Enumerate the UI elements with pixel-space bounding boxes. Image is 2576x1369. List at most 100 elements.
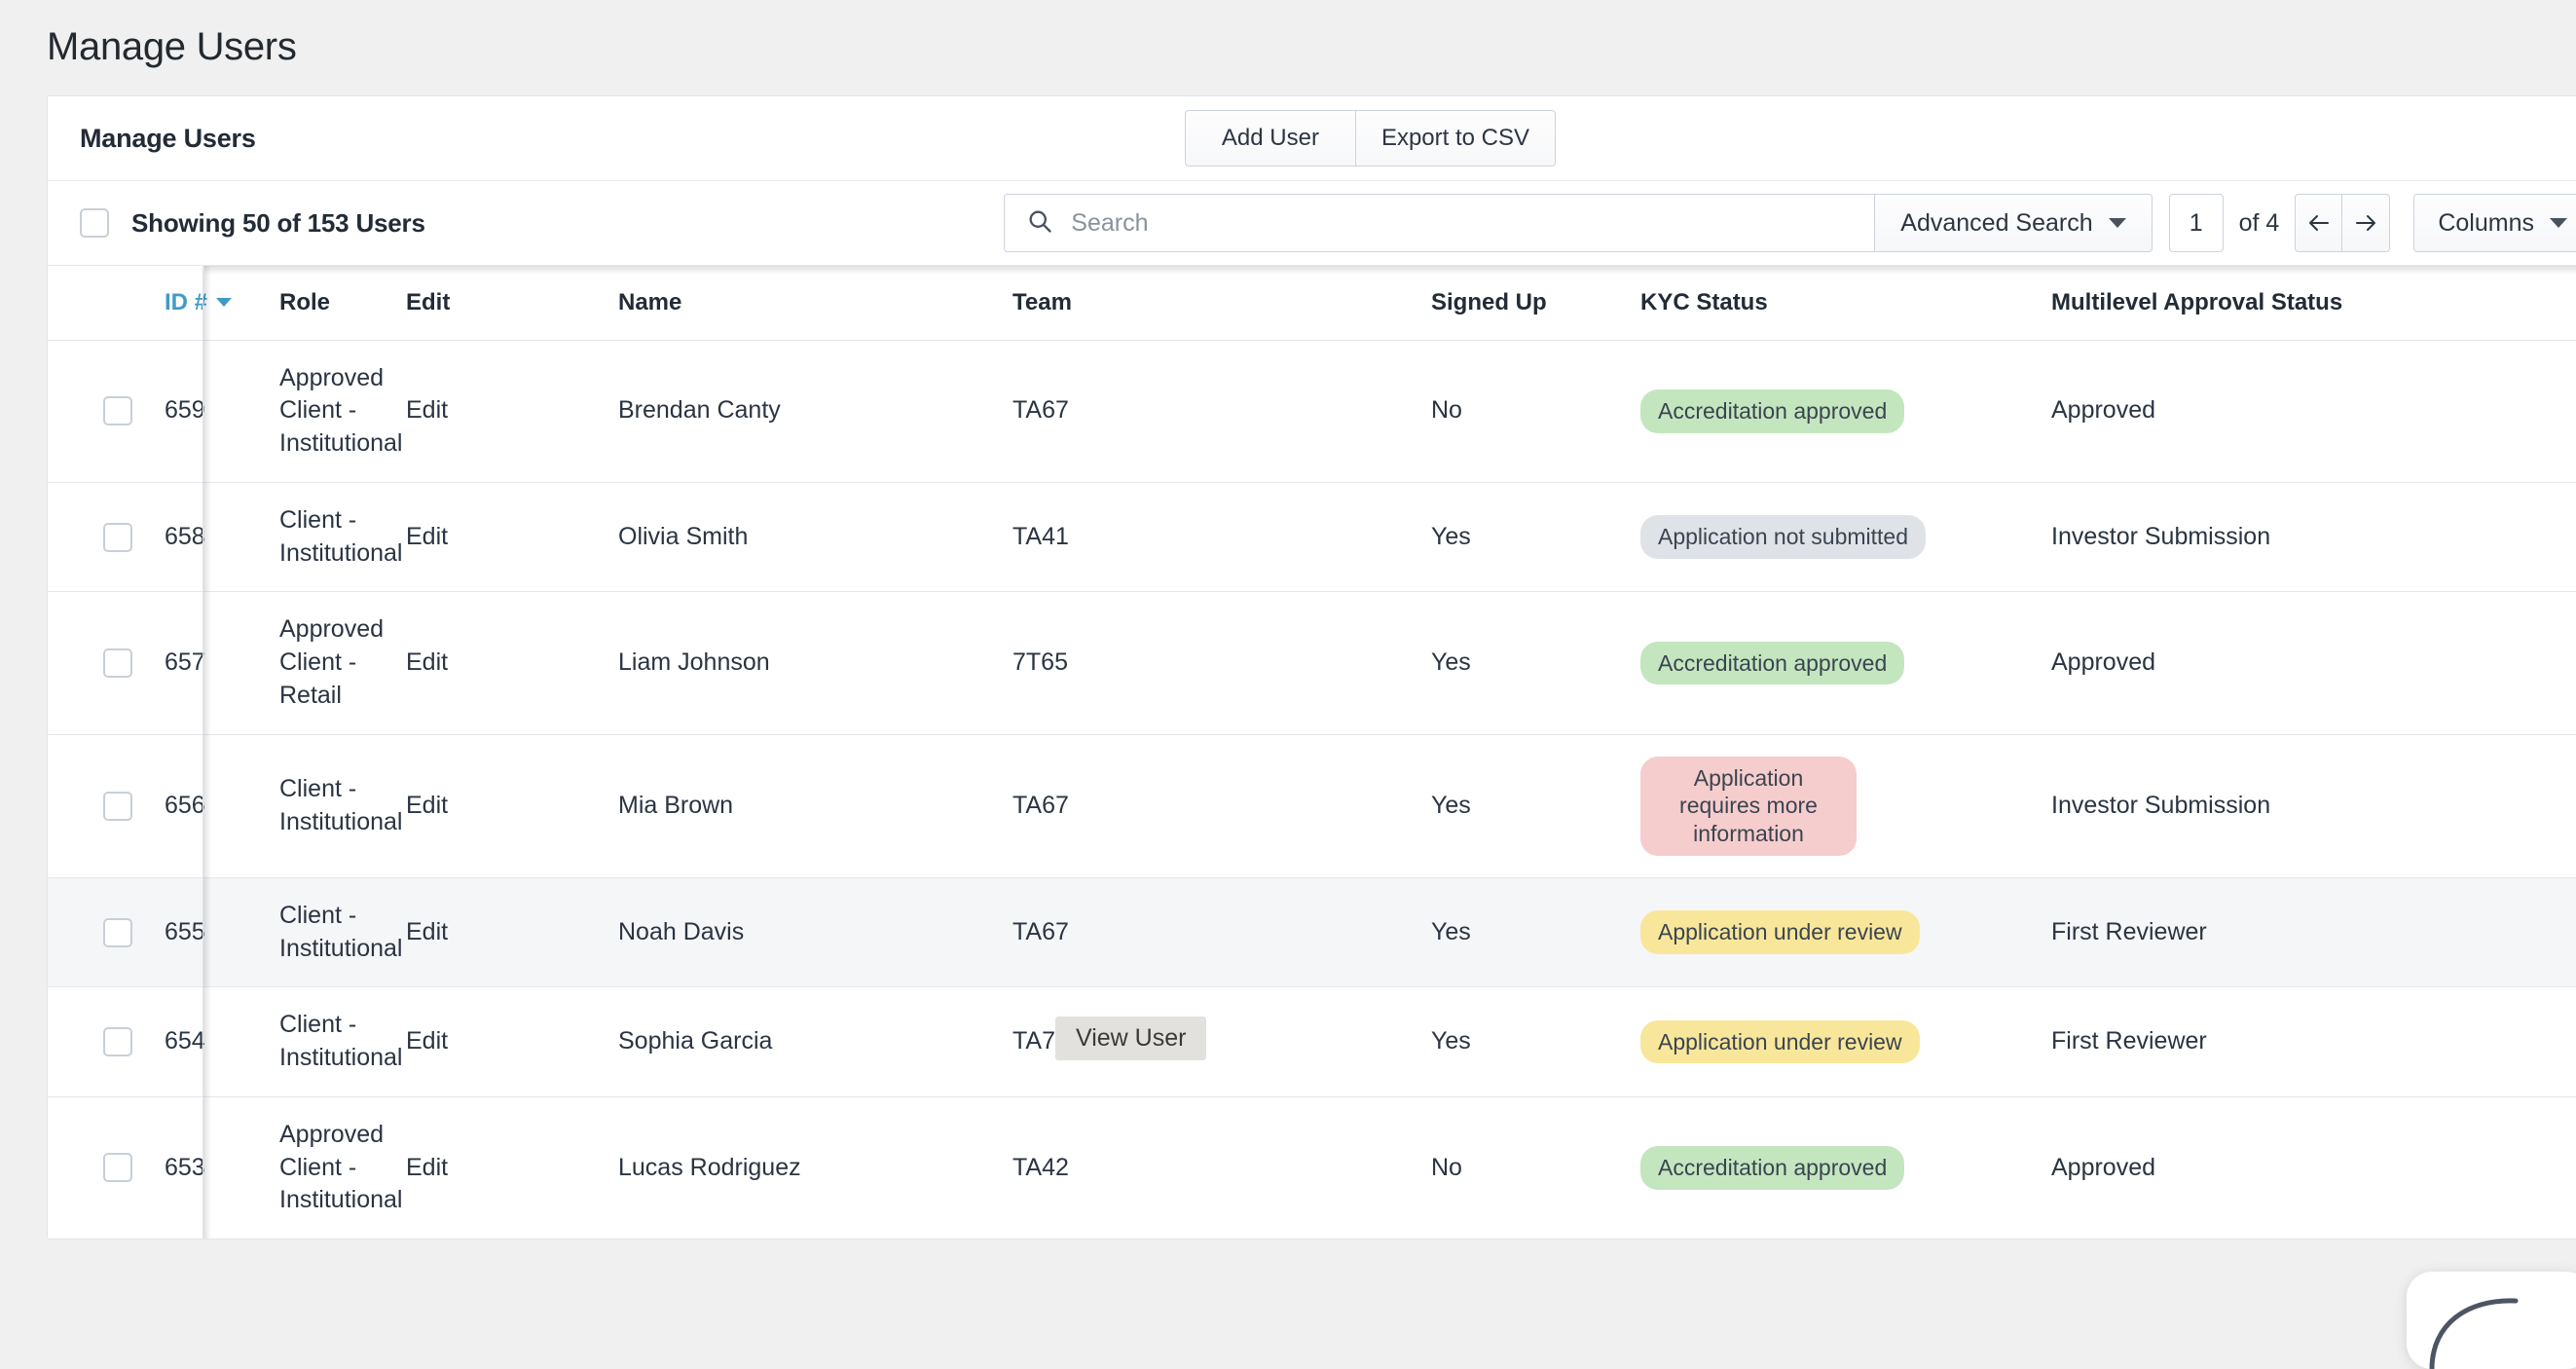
table-row[interactable]: 659Approved Client - InstitutionalEditBr… — [48, 340, 2576, 482]
manage-users-card: Manage Users Add User Export to CSV Show… — [47, 95, 2576, 1240]
row-select-checkbox-cell — [48, 987, 165, 1097]
export-to-csv-button[interactable]: Export to CSV — [1356, 110, 1556, 166]
cell-kyc-status: Application requires more information — [1640, 734, 2051, 877]
cell-role: Approved Client - Institutional — [279, 1096, 406, 1239]
next-page-button[interactable] — [2342, 194, 2390, 252]
cell-role: Client - Institutional — [279, 482, 406, 592]
row-select-checkbox-cell — [48, 1096, 165, 1239]
table-row[interactable]: 656Client - InstitutionalEditMia BrownTA… — [48, 734, 2576, 877]
cell-multilevel-approval-status: First Reviewer — [2051, 987, 2576, 1097]
table-row[interactable]: 653Approved Client - InstitutionalEditLu… — [48, 1096, 2576, 1239]
showing-count-label: Showing 50 of 153 Users — [131, 208, 425, 239]
cell-id: 659 — [165, 340, 279, 482]
edit-link[interactable]: Edit — [406, 340, 618, 482]
edit-link[interactable]: Edit — [406, 592, 618, 734]
cell-name: Liam Johnson — [618, 592, 1012, 734]
cell-role: Client - Institutional — [279, 987, 406, 1097]
cell-multilevel-approval-status: Approved — [2051, 340, 2576, 482]
row-select-checkbox-cell — [48, 482, 165, 592]
kyc-status-badge: Application under review — [1640, 910, 1920, 954]
users-table-wrapper: ID # Role Edit Name Team Signed Up KYC S… — [48, 266, 2576, 1239]
column-header-edit[interactable]: Edit — [406, 266, 618, 340]
add-user-button[interactable]: Add User — [1185, 110, 1356, 166]
previous-page-button[interactable] — [2295, 194, 2342, 252]
table-row[interactable]: 655Client - InstitutionalEditNoah DavisT… — [48, 877, 2576, 987]
edit-link[interactable]: Edit — [406, 734, 618, 877]
edit-link[interactable]: Edit — [406, 877, 618, 987]
kyc-status-badge: Accreditation approved — [1640, 389, 1904, 433]
search-input[interactable]: Search — [1071, 209, 1148, 238]
edit-link[interactable]: Edit — [406, 1096, 618, 1239]
row-select-checkbox[interactable] — [103, 396, 132, 426]
cell-team: TA67 — [1012, 734, 1431, 877]
row-select-checkbox[interactable] — [103, 792, 132, 821]
search-input-wrapper[interactable]: Search — [1004, 194, 1875, 252]
edit-link[interactable]: Edit — [406, 987, 618, 1097]
columns-dropdown[interactable]: Columns — [2413, 194, 2576, 252]
column-header-id[interactable]: ID # — [165, 266, 279, 340]
cell-signed-up: Yes — [1431, 877, 1640, 987]
table-toolbar: Showing 50 of 153 Users Search Advanced … — [48, 181, 2576, 266]
card-title: Manage Users — [80, 124, 256, 154]
cell-kyc-status: Accreditation approved — [1640, 1096, 2051, 1239]
column-header-multilevel-approval-status[interactable]: Multilevel Approval Status — [2051, 266, 2576, 340]
table-row[interactable]: 654Client - InstitutionalEditSophia Garc… — [48, 987, 2576, 1097]
row-select-checkbox[interactable] — [103, 648, 132, 678]
help-chat-widget[interactable] — [2407, 1272, 2576, 1369]
card-header: Manage Users Add User Export to CSV — [48, 96, 2576, 181]
cell-multilevel-approval-status: Approved — [2051, 592, 2576, 734]
cell-multilevel-approval-status: Investor Submission — [2051, 734, 2576, 877]
table-row[interactable]: 657Approved Client - RetailEditLiam John… — [48, 592, 2576, 734]
cell-name: Olivia Smith — [618, 482, 1012, 592]
cell-kyc-status: Application not submitted — [1640, 482, 2051, 592]
row-select-checkbox-cell — [48, 734, 165, 877]
page-total-label: of 4 — [2239, 209, 2280, 238]
chat-bubble-icon — [2428, 1295, 2564, 1369]
cell-id: 656 — [165, 734, 279, 877]
column-header-kyc-status[interactable]: KYC Status — [1640, 266, 2051, 340]
pagination-nav — [2295, 194, 2390, 252]
cell-name: Brendan Canty — [618, 340, 1012, 482]
edit-link[interactable]: Edit — [406, 482, 618, 592]
select-all-checkbox[interactable] — [80, 208, 109, 238]
cell-team: TA42 — [1012, 1096, 1431, 1239]
cell-role: Client - Institutional — [279, 734, 406, 877]
row-select-checkbox-cell — [48, 877, 165, 987]
cell-role: Approved Client - Institutional — [279, 340, 406, 482]
sort-descending-icon — [216, 298, 232, 307]
page-number-input[interactable]: 1 — [2169, 194, 2224, 252]
view-user-tooltip: View User — [1055, 1017, 1206, 1060]
advanced-search-label: Advanced Search — [1900, 209, 2092, 238]
search-icon — [1026, 207, 1053, 240]
column-header-name[interactable]: Name — [618, 266, 1012, 340]
cell-multilevel-approval-status: Investor Submission — [2051, 482, 2576, 592]
cell-name: Noah Davis — [618, 877, 1012, 987]
advanced-search-dropdown[interactable]: Advanced Search — [1875, 194, 2152, 252]
cell-signed-up: Yes — [1431, 592, 1640, 734]
cell-signed-up: Yes — [1431, 987, 1640, 1097]
table-row[interactable]: 658Client - InstitutionalEditOlivia Smit… — [48, 482, 2576, 592]
cell-signed-up: Yes — [1431, 734, 1640, 877]
column-header-team[interactable]: Team — [1012, 266, 1431, 340]
column-header-role[interactable]: Role — [279, 266, 406, 340]
row-select-checkbox[interactable] — [103, 918, 132, 947]
header-actions: Add User Export to CSV — [1185, 110, 1556, 166]
cell-team: 7T65 — [1012, 592, 1431, 734]
column-header-signed-up[interactable]: Signed Up — [1431, 266, 1640, 340]
row-select-checkbox[interactable] — [103, 1027, 132, 1056]
cell-kyc-status: Accreditation approved — [1640, 592, 2051, 734]
table-header: ID # Role Edit Name Team Signed Up KYC S… — [48, 266, 2576, 340]
users-table: ID # Role Edit Name Team Signed Up KYC S… — [48, 266, 2576, 1239]
kyc-status-badge: Application under review — [1640, 1020, 1920, 1064]
row-select-checkbox[interactable] — [103, 523, 132, 552]
cell-id: 658 — [165, 482, 279, 592]
cell-kyc-status: Application under review — [1640, 877, 2051, 987]
column-header-id-label: ID # — [165, 289, 207, 316]
table-header-row: ID # Role Edit Name Team Signed Up KYC S… — [48, 266, 2576, 340]
cell-role: Client - Institutional — [279, 877, 406, 987]
row-select-checkbox[interactable] — [103, 1153, 132, 1182]
page-bottom-spacer — [47, 1279, 2576, 1283]
cell-kyc-status: Accreditation approved — [1640, 340, 2051, 482]
kyc-status-badge: Accreditation approved — [1640, 642, 1904, 685]
cell-name: Mia Brown — [618, 734, 1012, 877]
